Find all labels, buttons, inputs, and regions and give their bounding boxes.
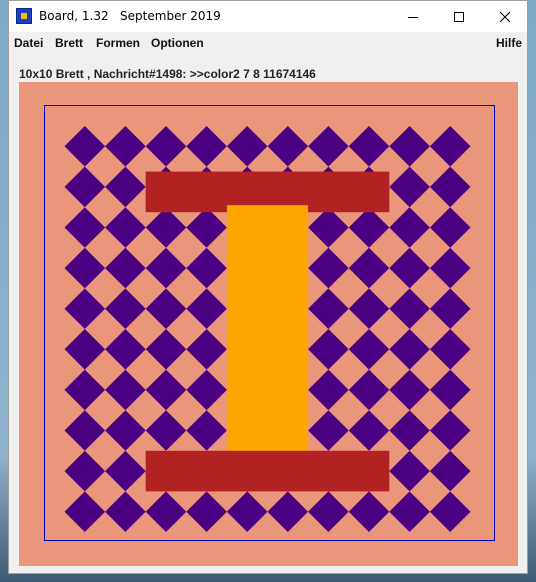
board-cell-diamond — [389, 410, 430, 451]
board-cell-diamond — [429, 450, 471, 492]
board-cell-diamond — [308, 329, 349, 370]
board-cell-diamond — [389, 329, 430, 370]
menu-hilfe[interactable]: Hilfe — [496, 36, 522, 50]
board-cell-diamond — [145, 126, 187, 167]
board-cell-diamond — [429, 207, 471, 248]
board-cell-diamond — [389, 126, 430, 167]
board-cell-diamond — [348, 247, 390, 289]
board-cell-diamond — [186, 410, 227, 451]
board-cell-diamond — [105, 329, 146, 370]
board-cell-diamond — [64, 166, 106, 208]
board-cell-diamond — [226, 491, 268, 532]
board-cell-diamond — [186, 288, 227, 329]
board-cell-diamond — [429, 288, 471, 329]
app-window: Board, 1.32 September 2019 Datei Brett F… — [8, 0, 528, 574]
board-cell-diamond — [429, 410, 471, 451]
board-cell-diamond — [389, 166, 430, 208]
menu-bar: Datei Brett Formen Optionen Hilfe — [9, 32, 527, 54]
board-cell-diamond — [429, 126, 471, 167]
board-cell-diamond — [64, 207, 106, 248]
minimize-icon — [408, 16, 418, 18]
menu-datei[interactable]: Datei — [14, 36, 43, 50]
board-cell-diamond — [105, 207, 146, 248]
board-cell-diamond — [145, 329, 187, 370]
board-cell-diamond — [105, 288, 146, 329]
board-cell-diamond — [145, 288, 187, 329]
board-cell-diamond — [308, 247, 349, 289]
maximize-button[interactable] — [436, 1, 482, 32]
minimize-button[interactable] — [390, 1, 436, 32]
board-cell-diamond — [105, 369, 146, 411]
board-cell-diamond — [64, 288, 106, 329]
close-button[interactable] — [482, 1, 528, 32]
board-canvas[interactable] — [19, 82, 518, 566]
board-cell-diamond — [389, 288, 430, 329]
board-cell-diamond — [145, 207, 187, 248]
board-cell-diamond — [105, 126, 146, 167]
board-cell-diamond — [429, 369, 471, 411]
board-cell-diamond — [186, 329, 227, 370]
status-message: 10x10 Brett , Nachricht#1498: >>color2 7… — [19, 67, 316, 81]
board-cell-diamond — [348, 369, 390, 411]
menu-formen[interactable]: Formen — [96, 36, 140, 50]
board-cell-diamond — [145, 491, 187, 532]
board-cell-diamond — [389, 491, 430, 532]
menu-brett[interactable]: Brett — [55, 36, 83, 50]
board-cell-diamond — [429, 247, 471, 289]
board-cell-diamond — [105, 166, 146, 208]
board-cell-diamond — [105, 491, 146, 532]
title-bar[interactable]: Board, 1.32 September 2019 — [9, 1, 527, 32]
center-column — [226, 205, 309, 453]
maximize-icon — [454, 11, 464, 22]
board-cell-diamond — [429, 329, 471, 370]
board-cell-diamond — [308, 288, 349, 329]
board-cell-diamond — [186, 126, 227, 167]
board-cell-diamond — [64, 126, 106, 167]
board-cell-diamond — [64, 369, 106, 411]
board-svg[interactable] — [19, 82, 518, 566]
board-cell-diamond — [64, 410, 106, 451]
board-cell-diamond — [308, 410, 349, 451]
board-cell-diamond — [429, 491, 471, 532]
board-cell-diamond — [429, 166, 471, 208]
board-app-icon — [16, 8, 32, 24]
board-cell-diamond — [105, 410, 146, 451]
board-cell-diamond — [348, 207, 390, 248]
board-cell-diamond — [308, 491, 349, 532]
board-cell-diamond — [186, 247, 227, 289]
board-cell-diamond — [348, 410, 390, 451]
board-cell-diamond — [145, 247, 187, 289]
board-cell-diamond — [389, 207, 430, 248]
board-cell-diamond — [186, 491, 227, 532]
board-cell-diamond — [389, 247, 430, 289]
board-cell-diamond — [186, 369, 227, 411]
window-title: Board, 1.32 September 2019 — [39, 9, 221, 23]
board-cell-diamond — [308, 126, 349, 167]
board-cell-diamond — [145, 369, 187, 411]
board-cell-diamond — [267, 491, 309, 532]
board-cell-diamond — [186, 207, 227, 248]
board-cell-diamond — [348, 329, 390, 370]
board-cell-diamond — [308, 207, 349, 248]
menu-optionen[interactable]: Optionen — [151, 36, 204, 50]
board-cell-diamond — [348, 491, 390, 532]
board-cell-diamond — [348, 126, 390, 167]
board-cell-diamond — [64, 491, 106, 532]
board-cell-diamond — [64, 247, 106, 289]
board-cell-diamond — [226, 126, 268, 167]
board-cell-diamond — [145, 410, 187, 451]
board-cell-diamond — [389, 369, 430, 411]
board-cell-diamond — [105, 247, 146, 289]
board-cell-diamond — [389, 450, 430, 492]
bottom-bar — [145, 450, 390, 492]
close-icon — [499, 11, 511, 22]
board-cell-diamond — [267, 126, 309, 167]
board-cell-diamond — [105, 450, 146, 492]
board-cell-diamond — [64, 450, 106, 492]
board-cell-diamond — [348, 288, 390, 329]
board-cell-diamond — [64, 329, 106, 370]
board-cell-diamond — [308, 369, 349, 411]
